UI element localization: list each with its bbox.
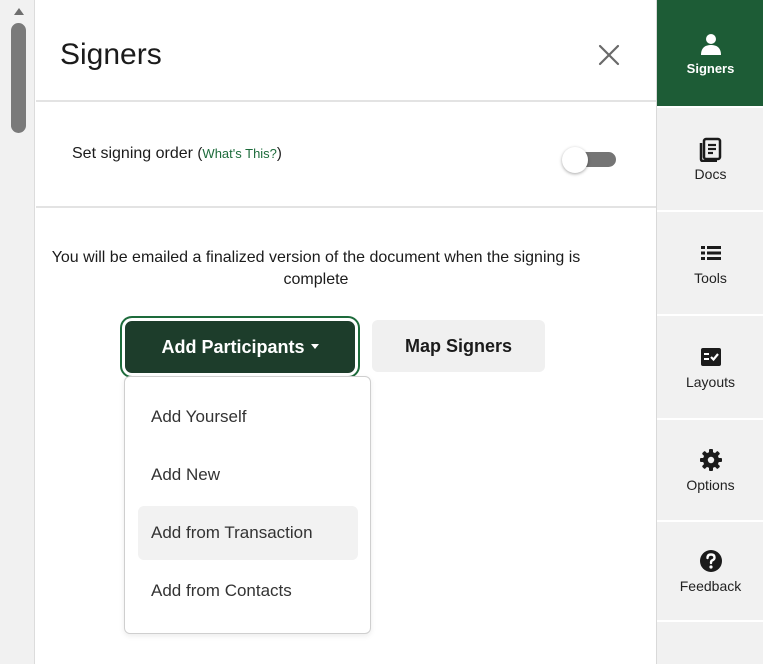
sidebar-item-label: Feedback [679,578,742,594]
signing-order-text: Set signing order [72,145,193,162]
signing-order-row: Set signing order (What's This?) [36,102,656,208]
menu-item-add-from-contacts[interactable]: Add from Contacts [138,564,358,618]
sidebar-item-label: Options [686,477,735,493]
sidebar-item-label: Docs [694,166,727,182]
signers-app: Signers Set signing order (What's This?)… [0,0,763,664]
add-participants-label: Add Participants [161,336,305,357]
person-icon [700,33,721,55]
sidebar-item-tools[interactable]: Tools [657,212,763,316]
sidebar-item-signers[interactable]: Signers [657,0,763,108]
sidebar-item-layouts[interactable]: Layouts [657,316,763,420]
signing-order-label: Set signing order (What's This?) [72,145,282,163]
scrollbar-thumb[interactable] [11,23,26,133]
caret-down-icon [310,343,319,349]
list-icon [700,246,721,260]
checklist-icon [700,348,721,366]
toggle-knob [562,147,588,173]
add-participants-menu: Add Yourself Add New Add from Transactio… [124,376,371,634]
add-participants-button[interactable]: Add Participants [120,316,360,378]
paren-close: ) [276,145,282,162]
menu-item-add-new[interactable]: Add New [138,448,358,502]
finalized-email-notice: You will be emailed a finalized version … [51,249,581,288]
sidebar-item-label: Tools [694,270,727,286]
close-icon[interactable] [592,38,626,72]
panel-header: Signers [36,0,656,102]
question-icon [699,550,722,572]
signing-order-toggle[interactable] [562,147,616,173]
menu-item-add-yourself[interactable]: Add Yourself [138,390,358,444]
page-title: Signers [60,38,162,71]
vertical-scrollbar[interactable] [0,0,35,664]
document-icon [699,137,721,162]
sidebar-item-feedback[interactable]: Feedback [657,522,763,622]
menu-item-add-from-transaction[interactable]: Add from Transaction [138,506,358,560]
sidebar-item-options[interactable]: Options [657,420,763,522]
sidebar-item-docs[interactable]: Docs [657,108,763,212]
sidebar-item-label: Layouts [685,374,736,390]
sidebar-item-label: Signers [686,60,735,76]
signers-panel: Signers Set signing order (What's This?)… [36,0,656,664]
gear-icon [699,449,722,471]
map-signers-button[interactable]: Map Signers [372,320,545,372]
whats-this-link[interactable]: What's This? [202,146,277,161]
right-sidebar: Signers Docs Tools Layouts Options Feedb… [656,0,763,664]
scroll-up-arrow-icon[interactable] [14,8,24,15]
